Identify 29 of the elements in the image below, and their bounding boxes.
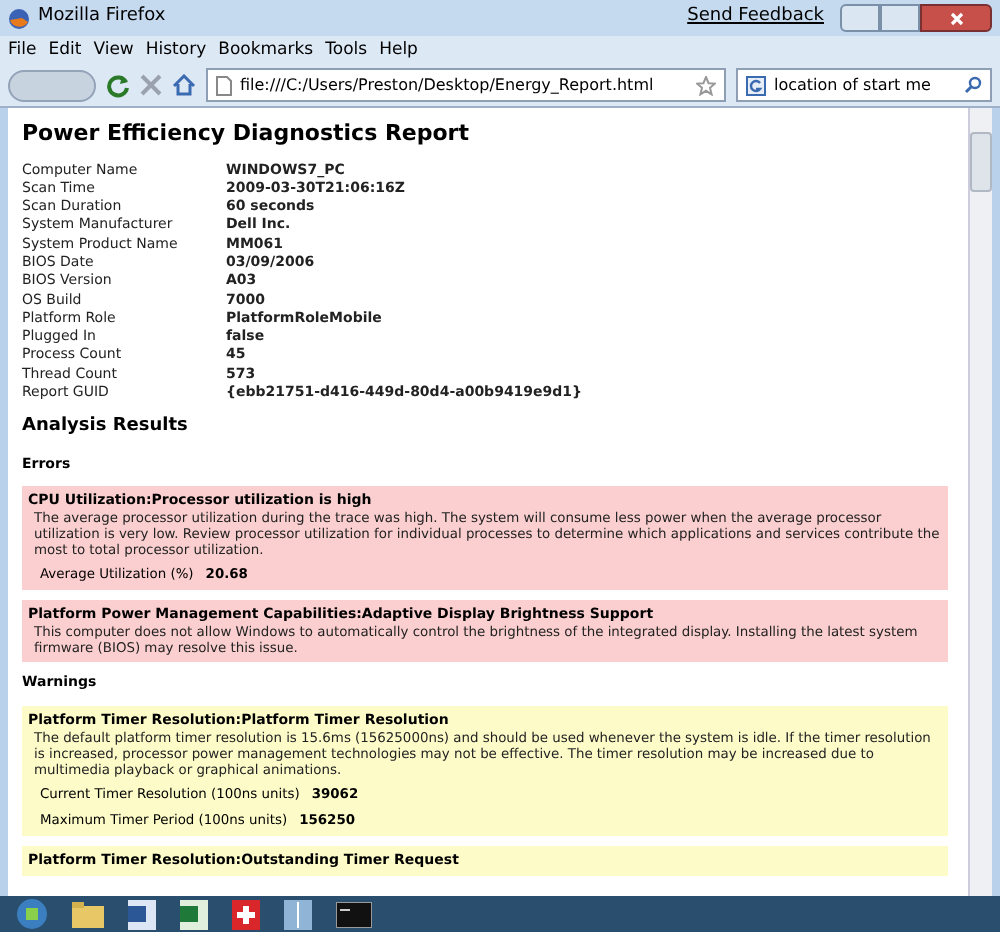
search-engine-icon[interactable]	[746, 75, 766, 95]
home-icon[interactable]	[172, 74, 196, 96]
page-icon	[216, 75, 232, 95]
terminal-icon[interactable]	[336, 901, 372, 927]
maximize-button[interactable]	[880, 4, 920, 32]
start-orb-icon[interactable]	[16, 898, 48, 930]
search-icon[interactable]	[964, 76, 982, 94]
folder-icon[interactable]	[72, 901, 104, 927]
window-title: Mozilla Firefox	[38, 4, 166, 31]
book-icon[interactable]	[284, 899, 312, 929]
menu-item[interactable]: View	[93, 37, 134, 63]
close-button[interactable]	[920, 4, 992, 32]
menu-item[interactable]: File	[8, 37, 37, 63]
reload-icon[interactable]	[106, 73, 130, 97]
report-title: Power Efficiency Diagnostics Report	[22, 118, 471, 150]
menu-item[interactable]: Edit	[48, 37, 82, 63]
firefox-logo-icon	[8, 7, 30, 29]
menu-item[interactable]: History	[145, 37, 207, 63]
close-icon	[949, 11, 963, 25]
minimize-button[interactable]	[840, 4, 880, 32]
section-heading: Analysis Results	[22, 414, 190, 441]
menu-item[interactable]: Bookmarks	[218, 37, 314, 63]
address-field[interactable]: file:///C:/Users/Preston/Desktop/Energy_Report.html	[206, 68, 726, 102]
menu-item[interactable]: Help	[379, 37, 418, 63]
send-feedback-link[interactable]: Send Feedback	[687, 4, 824, 32]
star-icon[interactable]	[696, 75, 716, 95]
search-field[interactable]: location of start me	[736, 68, 992, 102]
cross-app-icon[interactable]	[232, 899, 260, 929]
menu-item[interactable]: Tools	[325, 37, 368, 63]
